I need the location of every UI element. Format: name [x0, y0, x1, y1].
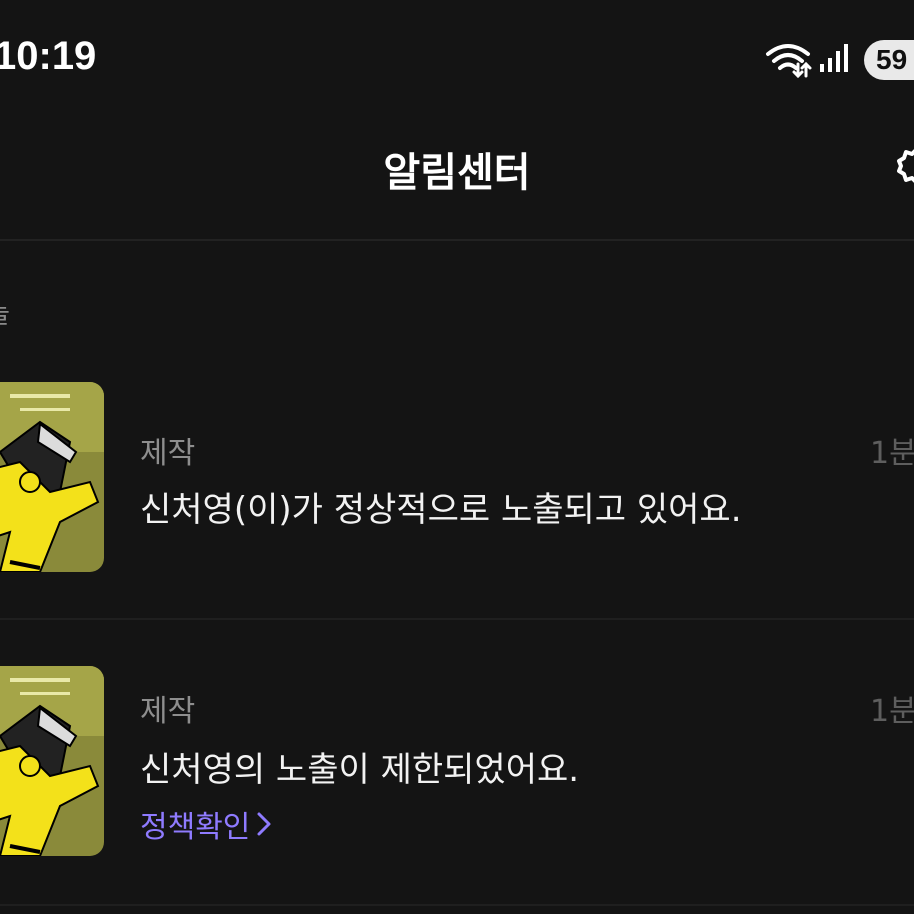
- character-illustration: [0, 382, 104, 572]
- notification-divider: [0, 618, 914, 620]
- policy-check-label: 정책확인: [140, 810, 251, 845]
- notification-message: 신처영의 노출이 제한되었어요.: [140, 750, 580, 790]
- section-label: 늘: [0, 294, 10, 331]
- notification-item[interactable]: 제작 1분 신처영의 노출이 제한되었어요. 정책확인: [0, 666, 914, 896]
- notification-center-screen: 10:19 59 알림센터 늘: [0, 0, 914, 914]
- notification-thumbnail: [0, 666, 104, 856]
- status-time: 10:19: [0, 34, 97, 78]
- gear-icon[interactable]: [896, 146, 914, 186]
- notification-time: 1분: [870, 436, 914, 471]
- header-divider: [0, 239, 914, 241]
- wifi-icon: [766, 44, 812, 79]
- notification-time: 1분: [870, 694, 914, 729]
- notification-category: 제작: [140, 694, 196, 729]
- notification-divider: [0, 904, 914, 906]
- chevron-right-icon: [256, 810, 272, 845]
- page-title: 알림센터: [383, 150, 531, 196]
- battery-level: 59: [876, 44, 908, 75]
- character-illustration: [0, 666, 104, 856]
- battery-icon: 59: [864, 40, 914, 80]
- notification-thumbnail: [0, 382, 104, 572]
- notification-item[interactable]: 제작 1분 신처영(이)가 정상적으로 노출되고 있어요.: [0, 382, 914, 618]
- notification-message: 신처영(이)가 정상적으로 노출되고 있어요.: [140, 490, 742, 530]
- policy-check-link[interactable]: 정책확인: [140, 802, 272, 846]
- notification-category: 제작: [140, 436, 196, 471]
- status-bar: 10:19 59: [0, 0, 914, 120]
- signal-icon: [820, 44, 848, 72]
